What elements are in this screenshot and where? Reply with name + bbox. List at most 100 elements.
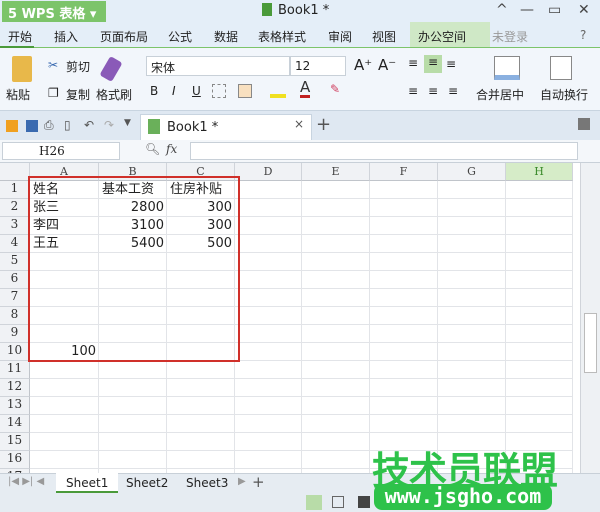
cell-A12[interactable] xyxy=(30,379,99,397)
menu-insert[interactable]: 插入 xyxy=(54,28,78,45)
font-color-icon[interactable]: A xyxy=(300,80,311,98)
cell-F1[interactable] xyxy=(370,181,438,199)
cell-C13[interactable] xyxy=(167,397,235,415)
row-header-3[interactable]: 3 xyxy=(0,217,30,235)
cell-E7[interactable] xyxy=(302,289,370,307)
menu-home[interactable]: 开始 xyxy=(8,28,32,45)
menu-page-layout[interactable]: 页面布局 xyxy=(100,28,148,45)
cell-G12[interactable] xyxy=(438,379,506,397)
vertical-scrollbar[interactable] xyxy=(580,163,600,473)
underline-button[interactable]: U xyxy=(192,84,201,98)
cell-F14[interactable] xyxy=(370,415,438,433)
cell-G11[interactable] xyxy=(438,361,506,379)
cell-F9[interactable] xyxy=(370,325,438,343)
page-break-view-icon[interactable] xyxy=(332,496,344,508)
wps-app-menu-button[interactable]: 5 WPS 表格 ▾ xyxy=(2,1,106,22)
cell-H14[interactable] xyxy=(506,415,573,433)
add-sheet-button[interactable]: + xyxy=(252,473,265,491)
align-center-icon[interactable]: ≡ xyxy=(428,84,438,98)
cell-F6[interactable] xyxy=(370,271,438,289)
cell-B12[interactable] xyxy=(99,379,167,397)
cell-D5[interactable] xyxy=(235,253,302,271)
cell-H9[interactable] xyxy=(506,325,573,343)
close-button[interactable]: ✕ xyxy=(578,2,590,18)
cell-E1[interactable] xyxy=(302,181,370,199)
row-header-8[interactable]: 8 xyxy=(0,307,30,325)
cell-F5[interactable] xyxy=(370,253,438,271)
cell-G13[interactable] xyxy=(438,397,506,415)
cell-E10[interactable] xyxy=(302,343,370,361)
increase-font-button[interactable]: A⁺ xyxy=(354,56,372,74)
maximize-button[interactable]: ▭ xyxy=(548,2,561,18)
copy-button[interactable]: 复制 xyxy=(66,86,90,103)
cell-C11[interactable] xyxy=(167,361,235,379)
row-header-2[interactable]: 2 xyxy=(0,199,30,217)
cell-D11[interactable] xyxy=(235,361,302,379)
cell-H2[interactable] xyxy=(506,199,573,217)
cell-H8[interactable] xyxy=(506,307,573,325)
cell-D9[interactable] xyxy=(235,325,302,343)
cell-H1[interactable] xyxy=(506,181,573,199)
normal-view-icon[interactable] xyxy=(306,495,322,510)
cell-E9[interactable] xyxy=(302,325,370,343)
cell-D14[interactable] xyxy=(235,415,302,433)
cell-F10[interactable] xyxy=(370,343,438,361)
cut-button[interactable]: 剪切 xyxy=(66,58,90,75)
help-button[interactable]: ? xyxy=(580,28,586,42)
cell-D6[interactable] xyxy=(235,271,302,289)
cell-A13[interactable] xyxy=(30,397,99,415)
cell-G10[interactable] xyxy=(438,343,506,361)
cell-B14[interactable] xyxy=(99,415,167,433)
select-all-corner[interactable] xyxy=(0,163,30,181)
cell-A14[interactable] xyxy=(30,415,99,433)
column-header-D[interactable]: D xyxy=(235,163,302,181)
cell-H3[interactable] xyxy=(506,217,573,235)
cell-F7[interactable] xyxy=(370,289,438,307)
collapse-ribbon-button[interactable]: ^ xyxy=(496,2,508,18)
column-header-F[interactable]: F xyxy=(370,163,438,181)
cell-G5[interactable] xyxy=(438,253,506,271)
cell-G4[interactable] xyxy=(438,235,506,253)
align-bottom-icon[interactable]: ≡ xyxy=(446,57,456,71)
cell-C16[interactable] xyxy=(167,451,235,469)
cell-E5[interactable] xyxy=(302,253,370,271)
cell-D7[interactable] xyxy=(235,289,302,307)
new-tab-button[interactable]: + xyxy=(316,114,331,135)
cell-H6[interactable] xyxy=(506,271,573,289)
cell-A15[interactable] xyxy=(30,433,99,451)
sheet-nav-arrows[interactable]: |◀ ▶| ◀ xyxy=(8,476,44,487)
cell-F12[interactable] xyxy=(370,379,438,397)
column-header-E[interactable]: E xyxy=(302,163,370,181)
decrease-font-button[interactable]: A⁻ xyxy=(378,56,396,74)
cell-A16[interactable] xyxy=(30,451,99,469)
reading-view-icon[interactable] xyxy=(358,496,370,508)
row-header-14[interactable]: 14 xyxy=(0,415,30,433)
row-header-6[interactable]: 6 xyxy=(0,271,30,289)
cell-D8[interactable] xyxy=(235,307,302,325)
menu-data[interactable]: 数据 xyxy=(214,28,238,45)
sheet-tab-2[interactable]: Sheet2 xyxy=(116,473,178,493)
cell-A11[interactable] xyxy=(30,361,99,379)
row-header-10[interactable]: 10 xyxy=(0,343,30,361)
cell-H5[interactable] xyxy=(506,253,573,271)
merge-center-button[interactable]: 合并居中 xyxy=(476,86,524,103)
undo-icon[interactable]: ↶ xyxy=(84,118,94,132)
row-header-1[interactable]: 1 xyxy=(0,181,30,199)
cell-F4[interactable] xyxy=(370,235,438,253)
paste-button[interactable]: 粘贴 xyxy=(6,86,30,103)
cell-B15[interactable] xyxy=(99,433,167,451)
cell-D1[interactable] xyxy=(235,181,302,199)
cell-D10[interactable] xyxy=(235,343,302,361)
open-icon[interactable] xyxy=(6,120,18,132)
menu-formulas[interactable]: 公式 xyxy=(168,28,192,45)
name-box[interactable]: H26 xyxy=(2,142,120,160)
cell-C14[interactable] xyxy=(167,415,235,433)
format-painter-button[interactable]: 格式刷 xyxy=(96,86,132,103)
customize-dropdown-icon[interactable]: ▼ xyxy=(124,118,131,128)
font-name-select[interactable]: 宋体 xyxy=(146,56,290,76)
cell-G1[interactable] xyxy=(438,181,506,199)
close-tab-button[interactable]: × xyxy=(294,117,304,131)
align-middle-icon[interactable]: ≡ xyxy=(424,55,442,73)
cell-F11[interactable] xyxy=(370,361,438,379)
cell-G7[interactable] xyxy=(438,289,506,307)
